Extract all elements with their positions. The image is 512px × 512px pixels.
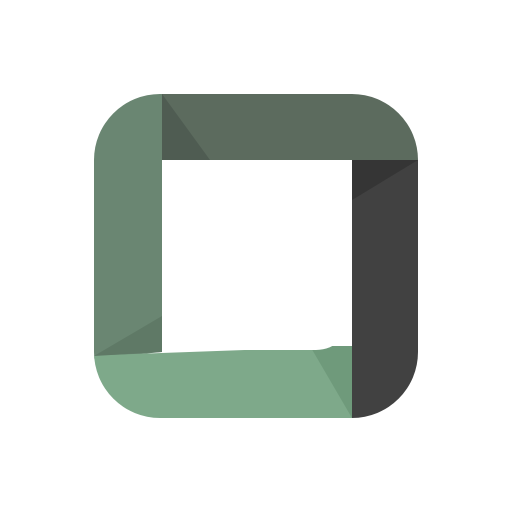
logo-bottom-band — [94, 346, 352, 418]
rounded-square-frame-icon — [94, 94, 418, 418]
logo-inner-hole — [162, 160, 352, 350]
app-logo — [0, 0, 512, 512]
logo-left-band — [94, 94, 162, 360]
logo-right-band — [352, 160, 418, 418]
logo-top-band — [162, 94, 418, 160]
